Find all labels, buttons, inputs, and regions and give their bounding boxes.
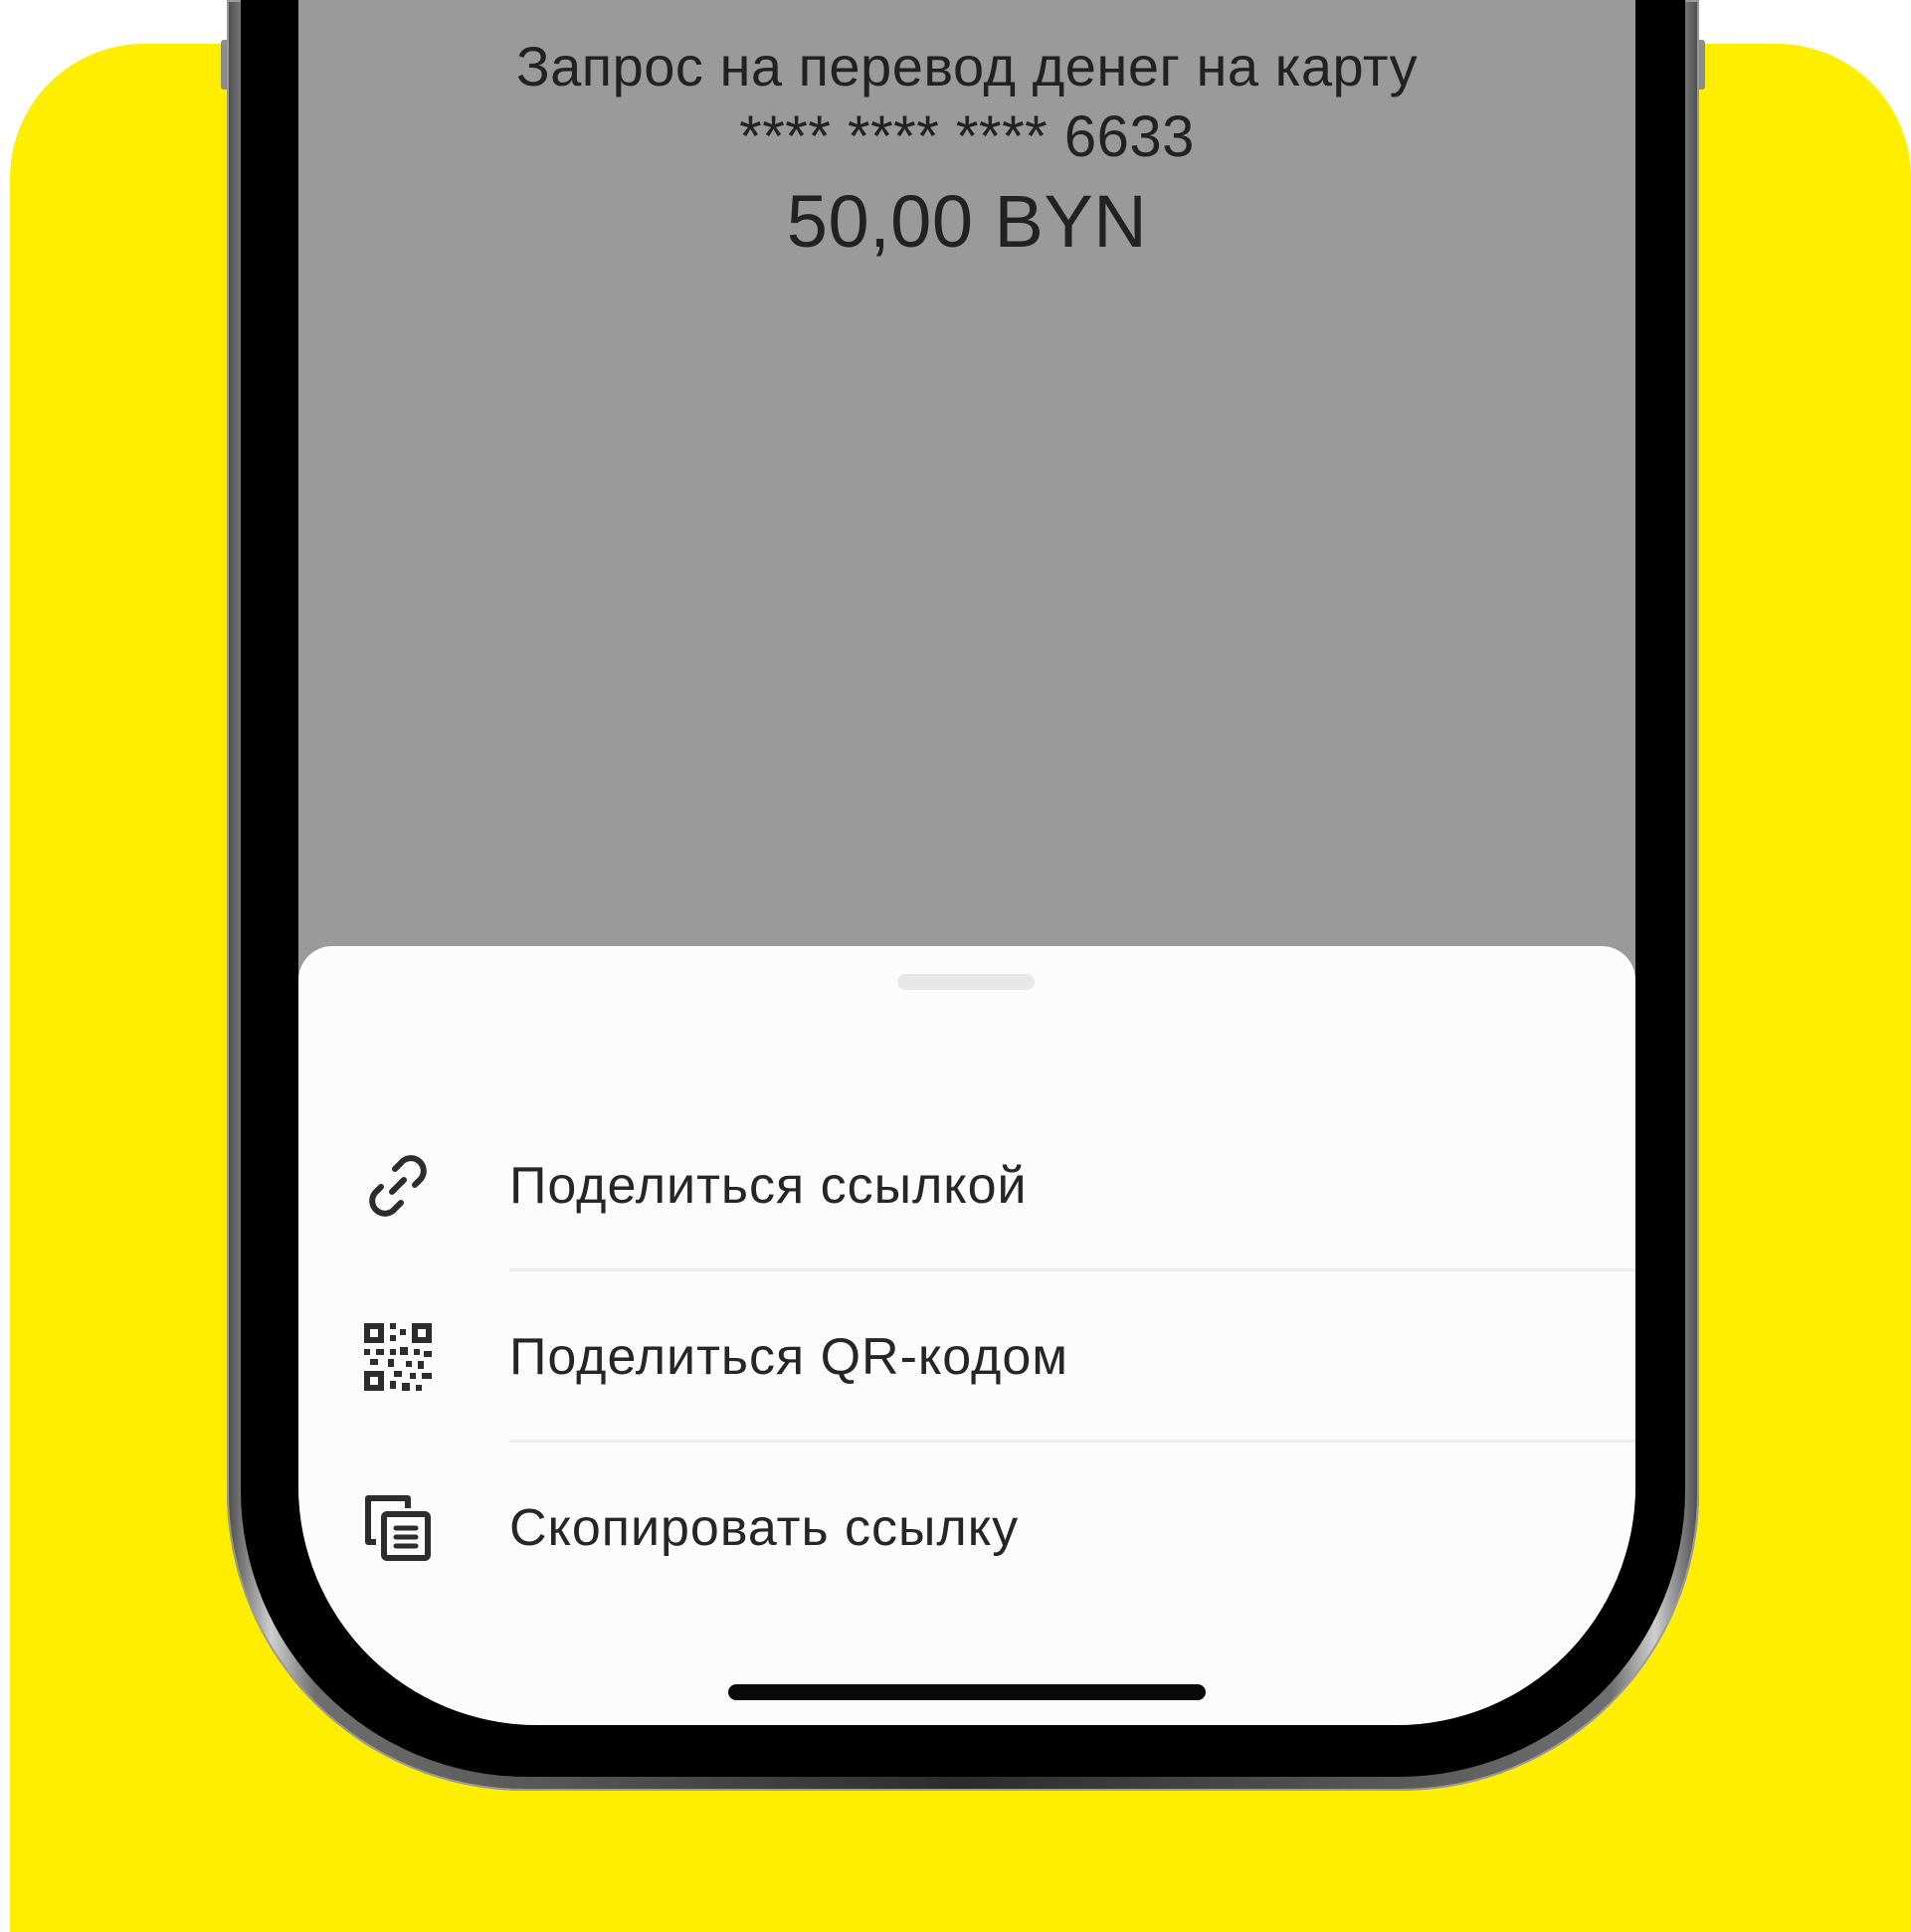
home-indicator xyxy=(728,1684,1206,1700)
copy-link-label: Скопировать ссылку xyxy=(509,1499,1020,1557)
copy-icon xyxy=(362,1492,434,1564)
share-bottom-sheet: Поделиться ссылкой Поделиться QR-кодом С… xyxy=(298,946,1635,1725)
share-link-item[interactable]: Поделиться ссылкой xyxy=(298,1100,1635,1271)
card-number: **** **** **** 6633 xyxy=(739,104,1195,169)
link-icon xyxy=(362,1150,434,1222)
share-qr-label: Поделиться QR-кодом xyxy=(509,1328,1069,1386)
qr-code-icon xyxy=(362,1321,434,1393)
request-title: Запрос на перевод денег на карту xyxy=(515,35,1419,97)
share-qr-item[interactable]: Поделиться QR-кодом xyxy=(298,1271,1635,1443)
canvas: Запрос на перевод денег на карту **** **… xyxy=(0,0,1911,1932)
sheet-grabber[interactable] xyxy=(897,974,1035,990)
copy-link-item[interactable]: Скопировать ссылку xyxy=(298,1443,1635,1614)
share-link-label: Поделиться ссылкой xyxy=(509,1157,1028,1215)
request-amount: 50,00 BYN xyxy=(786,180,1148,263)
phone-screen: Запрос на перевод денег на карту **** **… xyxy=(298,0,1635,1725)
